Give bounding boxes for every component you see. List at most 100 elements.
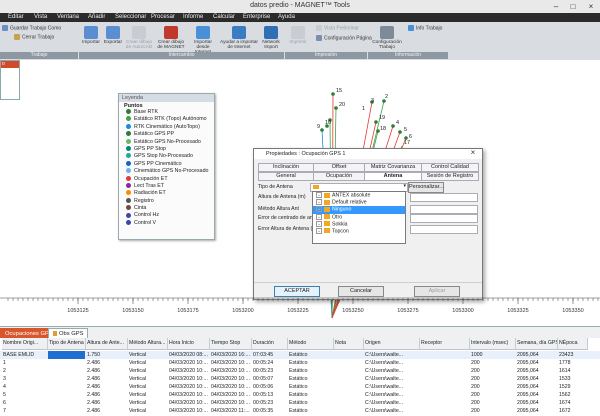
map-point-marker[interactable] <box>334 106 338 110</box>
table-cell[interactable]: 04/03/2020 10:... <box>210 399 251 407</box>
table-cell[interactable]: Vertical <box>128 367 167 375</box>
column-header[interactable]: Intervalo (msec) <box>470 338 516 350</box>
dialog-close-button[interactable]: × <box>466 148 480 158</box>
table-cell[interactable]: 04/03/2020 16:... <box>210 351 251 359</box>
dropdown-option[interactable]: + ANTEX absolute <box>313 192 405 199</box>
table-cell[interactable]: 6 <box>2 399 47 407</box>
table-cell[interactable]: 2.486 <box>86 367 127 375</box>
table-cell[interactable]: Estático <box>288 367 333 375</box>
cerrar-trabajo-button[interactable]: Cerrar Trabajo <box>14 34 54 40</box>
table-cell[interactable]: 04/03/2020 10:... <box>210 359 251 367</box>
column-header[interactable]: Nombre Origi... <box>2 338 48 350</box>
imprimir-button[interactable]: Imprimir <box>287 26 309 45</box>
map-point-marker[interactable] <box>398 130 402 134</box>
table-cell[interactable]: Vertical <box>128 407 167 415</box>
table-cell[interactable]: 04/03/2020 10:... <box>168 391 209 399</box>
network-import-button[interactable]: Network Import <box>260 26 282 50</box>
dropdown-option[interactable]: + Ninguno <box>313 206 405 214</box>
table-cell[interactable]: 00:05:07 <box>252 375 287 383</box>
table-cell[interactable]: 1674 <box>558 399 587 407</box>
table-cell[interactable] <box>334 351 363 359</box>
table-cell[interactable]: 200 <box>470 407 515 415</box>
crear-dibujo-magnet-button[interactable]: Crear dibujo de MAGNET <box>156 26 186 50</box>
configuracion-trabajo-button[interactable]: Configuración Trabajo <box>370 26 404 50</box>
table-cell[interactable]: 200 <box>470 375 515 383</box>
configuracion-pagina-button[interactable]: Configuración Página <box>316 35 372 41</box>
table-cell[interactable]: 2.486 <box>86 375 127 383</box>
table-cell[interactable]: 1614 <box>558 367 587 375</box>
table-cell[interactable] <box>420 351 469 359</box>
expand-icon[interactable]: + <box>316 213 322 220</box>
menu-calcular[interactable]: Calcular <box>213 14 235 20</box>
column-header[interactable]: Método <box>288 338 334 350</box>
expand-icon[interactable]: + <box>316 227 322 234</box>
table-cell[interactable] <box>48 399 85 407</box>
map-point-marker[interactable] <box>391 124 395 128</box>
table-cell[interactable]: 200 <box>470 391 515 399</box>
table-cell[interactable]: Estático <box>288 359 333 367</box>
exportar-button[interactable]: Exportar <box>102 26 124 45</box>
map-point-marker[interactable] <box>320 128 324 132</box>
table-cell[interactable]: 2 <box>2 367 47 375</box>
table-cell[interactable]: 3 <box>2 375 47 383</box>
table-cell[interactable]: 7 <box>2 407 47 415</box>
table-cell[interactable] <box>334 367 363 375</box>
map-point-marker[interactable] <box>374 120 378 124</box>
table-cell[interactable] <box>420 391 469 399</box>
occupations-grid[interactable]: Nombre Origi... Tipo de Antena Altura de A… <box>0 338 600 416</box>
table-cell[interactable]: C:\Users\walte... <box>364 367 419 375</box>
table-cell[interactable]: Vertical <box>128 375 167 383</box>
table-cell[interactable]: 1.750 <box>86 351 127 359</box>
table-cell[interactable]: 00:05:24 <box>252 359 287 367</box>
menu-ayuda[interactable]: Ayuda <box>278 14 295 20</box>
table-cell[interactable]: 04/03/2020 10:... <box>210 391 251 399</box>
table-cell[interactable]: 04/03/2020 10:... <box>168 359 209 367</box>
table-cell[interactable] <box>334 391 363 399</box>
table-cell[interactable]: 2095,064 <box>516 391 557 399</box>
table-cell[interactable]: Estático <box>288 391 333 399</box>
ayudar-importar-button[interactable]: Ayudar a importar de Internet <box>219 26 259 50</box>
table-cell[interactable]: 07:03:45 <box>252 351 287 359</box>
table-cell[interactable] <box>48 383 85 391</box>
table-cell[interactable]: 2.486 <box>86 391 127 399</box>
side-panel[interactable]: o <box>0 60 20 100</box>
column-header[interactable]: Nota <box>334 338 364 350</box>
table-cell[interactable]: Vertical <box>128 359 167 367</box>
table-cell[interactable]: C:\Users\walte... <box>364 351 419 359</box>
table-cell[interactable]: 1 <box>2 359 47 367</box>
table-cell[interactable]: 1672 <box>558 407 587 415</box>
table-cell[interactable]: 2095,064 <box>516 383 557 391</box>
table-cell[interactable]: Vertical <box>128 391 167 399</box>
table-cell[interactable]: Estático <box>288 351 333 359</box>
importar-button[interactable]: Importar <box>80 26 102 45</box>
table-cell[interactable]: C:\Users\walte... <box>364 383 419 391</box>
legend-panel[interactable]: Leyenda Puntos Base RTK Estático RTK (Top… <box>118 93 215 240</box>
table-cell[interactable]: 2095,064 <box>516 351 557 359</box>
tab-matriz-covarianza[interactable]: Matriz Covarianza <box>364 163 422 172</box>
column-header[interactable]: Tiempo Stop <box>210 338 252 350</box>
table-cell[interactable]: 1562 <box>558 391 587 399</box>
vista-preliminar-button[interactable]: Vista Preliminar <box>316 25 359 31</box>
table-cell[interactable] <box>420 407 469 415</box>
table-cell[interactable]: Vertical <box>128 383 167 391</box>
antenna-type-cell-editing[interactable] <box>48 351 85 359</box>
table-cell[interactable]: 00:05:13 <box>252 391 287 399</box>
guardar-trabajo-button[interactable]: Guardar Trabajo Como <box>2 25 61 31</box>
importar-internet-button[interactable]: Importar desde Internet <box>188 26 218 55</box>
height-method-select[interactable] <box>410 205 478 214</box>
tab-antena[interactable]: Antena <box>364 172 422 181</box>
menu-seleccionar[interactable]: Seleccionar <box>115 14 146 20</box>
table-cell[interactable] <box>48 391 85 399</box>
table-cell[interactable] <box>334 399 363 407</box>
table-cell[interactable]: C:\Users\walte... <box>364 391 419 399</box>
table-cell[interactable] <box>420 399 469 407</box>
table-cell[interactable]: 2095,064 <box>516 407 557 415</box>
minimize-button[interactable]: – <box>548 0 564 13</box>
table-cell[interactable]: 2.486 <box>86 407 127 415</box>
table-cell[interactable]: 4 <box>2 383 47 391</box>
table-cell[interactable]: 00:05:06 <box>252 383 287 391</box>
table-cell[interactable]: 04/03/2020 10:... <box>210 375 251 383</box>
column-header[interactable]: Hora Inicio <box>168 338 210 350</box>
table-cell[interactable]: 04/03/2020 08:... <box>168 351 209 359</box>
expand-icon[interactable]: + <box>316 192 322 198</box>
